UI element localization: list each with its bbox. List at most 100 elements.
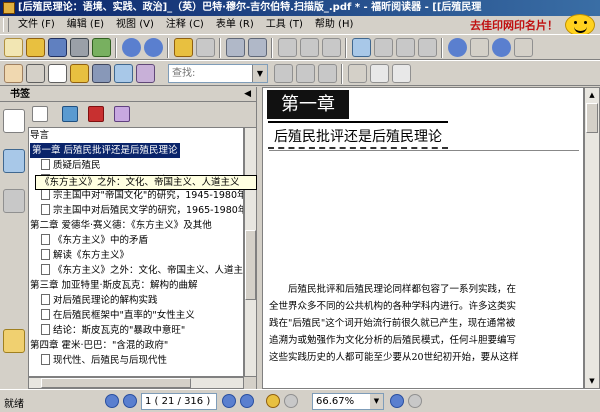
select-text-icon[interactable]	[26, 64, 45, 83]
scroll-up-icon[interactable]	[122, 38, 141, 57]
new-document-icon[interactable]	[4, 38, 23, 57]
search-field[interactable]: ▼	[168, 64, 268, 83]
menu-file[interactable]: 文件 (F)	[12, 16, 61, 34]
zoom-out-icon[interactable]	[390, 394, 404, 408]
split-view-icon[interactable]	[226, 38, 245, 57]
bookmark-item[interactable]: 现代性、后殖民与后现代性	[29, 353, 243, 368]
tab-comments-icon[interactable]	[3, 329, 25, 353]
find-next-icon[interactable]	[296, 64, 315, 83]
bookmark-item[interactable]: 第四章 霍米·巴巴："含混的政府"	[29, 338, 243, 353]
chevron-down-icon[interactable]	[514, 38, 533, 57]
bookmark-scrollbar[interactable]	[244, 127, 257, 377]
back-arrow-icon[interactable]	[174, 38, 193, 57]
two-page-icon[interactable]	[248, 38, 267, 57]
zoom-dropdown-icon[interactable]: ▼	[370, 394, 383, 409]
sidebar-header: 书签 ◀	[0, 87, 257, 102]
save-icon[interactable]	[48, 38, 67, 57]
document-scrollbar[interactable]: ▲ ▼	[584, 87, 600, 389]
bookmark-item[interactable]: 解读《东方主义》	[29, 248, 243, 263]
typewriter-icon[interactable]	[348, 64, 367, 83]
bookmark-item[interactable]: 宗主国中对"帝国文化"的研究，1945-1980年	[29, 188, 243, 203]
toolbar-separator	[167, 38, 169, 58]
fit-page-icon[interactable]	[418, 38, 437, 57]
body-text-line: 后殖民批评和后殖民理论同样都包容了一系列实践，在	[269, 284, 517, 295]
bookmark-label: 第二章 爱德华·赛义德：《东方主义》及其他	[30, 220, 212, 231]
find-previous-icon[interactable]	[274, 64, 293, 83]
menu-edit[interactable]: 编辑 (E)	[61, 16, 110, 34]
document-icon	[41, 354, 50, 365]
smiley-icon[interactable]	[565, 14, 595, 36]
bookmark-item[interactable]: 第三章 加亚特里·斯皮瓦克：解构的曲解	[29, 278, 243, 293]
bookmark-label: 对后殖民理论的解构实践	[53, 295, 158, 306]
search-dropdown-icon[interactable]: ▼	[252, 65, 267, 82]
bookmark-item[interactable]: 导言	[29, 128, 243, 143]
zoom-out-icon[interactable]	[448, 38, 467, 57]
scroll-up-arrow-icon[interactable]: ▲	[586, 89, 598, 101]
status-text: 就绪	[4, 399, 24, 410]
forward-arrow-icon[interactable]	[196, 38, 215, 57]
new-bookmark-icon[interactable]	[32, 106, 48, 122]
email-icon[interactable]	[92, 38, 111, 57]
highlight-icon[interactable]	[70, 64, 89, 83]
tools-toolbar: ▼	[0, 60, 600, 86]
undo-icon[interactable]	[278, 38, 297, 57]
zoom-slider-icon[interactable]	[408, 394, 422, 408]
find-options-icon[interactable]	[318, 64, 337, 83]
bookmark-item[interactable]: 第二章 爱德华·赛义德：《东方主义》及其他	[29, 218, 243, 233]
menu-comment[interactable]: 注释 (C)	[160, 16, 210, 34]
back-view-icon[interactable]	[266, 394, 280, 408]
bookmark-item[interactable]: 《东方主义》中的矛盾	[29, 233, 243, 248]
tab-bookmarks-icon[interactable]	[3, 109, 25, 133]
actual-size-icon[interactable]	[374, 38, 393, 57]
bookmark-item[interactable]: 对后殖民理论的解构实践	[29, 293, 243, 308]
forward-view-icon[interactable]	[284, 394, 298, 408]
zoom-level[interactable]: 66.67% ▼	[312, 393, 384, 410]
bookmark-properties-icon[interactable]	[114, 106, 130, 122]
tab-pages-icon[interactable]	[3, 149, 25, 173]
camera-icon[interactable]	[136, 64, 155, 83]
bookmark-item[interactable]: 《东方主义》之外：文化、帝国主义、人道主义	[29, 263, 243, 278]
rotate-icon[interactable]	[322, 38, 341, 57]
zoom-icon[interactable]	[352, 38, 371, 57]
bookmark-item[interactable]: 第一章 后殖民批评还是后殖民理论	[29, 143, 243, 158]
delete-bookmark-icon[interactable]	[88, 106, 104, 122]
zoom-in-icon[interactable]	[492, 38, 511, 57]
zoom-dropdown-icon[interactable]	[470, 38, 489, 57]
page-indicator[interactable]: 1 ( 21 / 316 )	[141, 393, 217, 410]
bookmark-item[interactable]: 在后殖民框架中"直率的"女性主义	[29, 308, 243, 323]
stamp-icon[interactable]	[392, 64, 411, 83]
grid-icon[interactable]	[370, 64, 389, 83]
menu-view[interactable]: 视图 (V)	[110, 16, 160, 34]
menu-tools[interactable]: 工具 (T)	[260, 16, 309, 34]
menu-help[interactable]: 帮助 (H)	[309, 16, 360, 34]
bookmark-item[interactable]: 质疑后殖民	[29, 158, 243, 173]
add-bookmark-icon[interactable]	[62, 106, 78, 122]
hand-tool-icon[interactable]	[4, 64, 23, 83]
window-title: [后殖民理论：语境、实践、政治]_（英）巴特·穆尔-吉尔伯特.扫描版_.pdf …	[18, 2, 482, 13]
previous-page-icon[interactable]	[123, 394, 137, 408]
search-input[interactable]	[169, 65, 249, 82]
menu-form[interactable]: 表单 (R)	[210, 16, 260, 34]
redo-icon[interactable]	[300, 38, 319, 57]
ad-banner[interactable]: 去佳印网印名片！	[470, 17, 570, 35]
image-icon[interactable]	[114, 64, 133, 83]
scroll-down-arrow-icon[interactable]: ▼	[586, 375, 598, 387]
first-page-icon[interactable]	[105, 394, 119, 408]
bookmark-item[interactable]: 宗主国中对后殖民文学的研究，1965-1980年	[29, 203, 243, 218]
tab-layers-icon[interactable]	[3, 189, 25, 213]
bookmark-item[interactable]: 结论：斯皮瓦克的"暴政中意旺"	[29, 323, 243, 338]
document-icon	[41, 204, 50, 215]
scroll-thumb[interactable]	[586, 103, 598, 133]
binoculars-icon[interactable]	[92, 64, 111, 83]
open-folder-icon[interactable]	[26, 38, 45, 57]
print-icon[interactable]	[70, 38, 89, 57]
next-page-icon[interactable]	[222, 394, 236, 408]
collapse-sidebar-icon[interactable]: ◀	[244, 87, 251, 102]
scroll-thumb[interactable]	[41, 378, 191, 388]
bookmark-horizontal-scrollbar[interactable]	[28, 377, 244, 389]
last-page-icon[interactable]	[240, 394, 254, 408]
scroll-down-icon[interactable]	[144, 38, 163, 57]
snapshot-icon[interactable]	[48, 64, 67, 83]
scroll-thumb[interactable]	[245, 230, 256, 300]
fit-width-icon[interactable]	[396, 38, 415, 57]
